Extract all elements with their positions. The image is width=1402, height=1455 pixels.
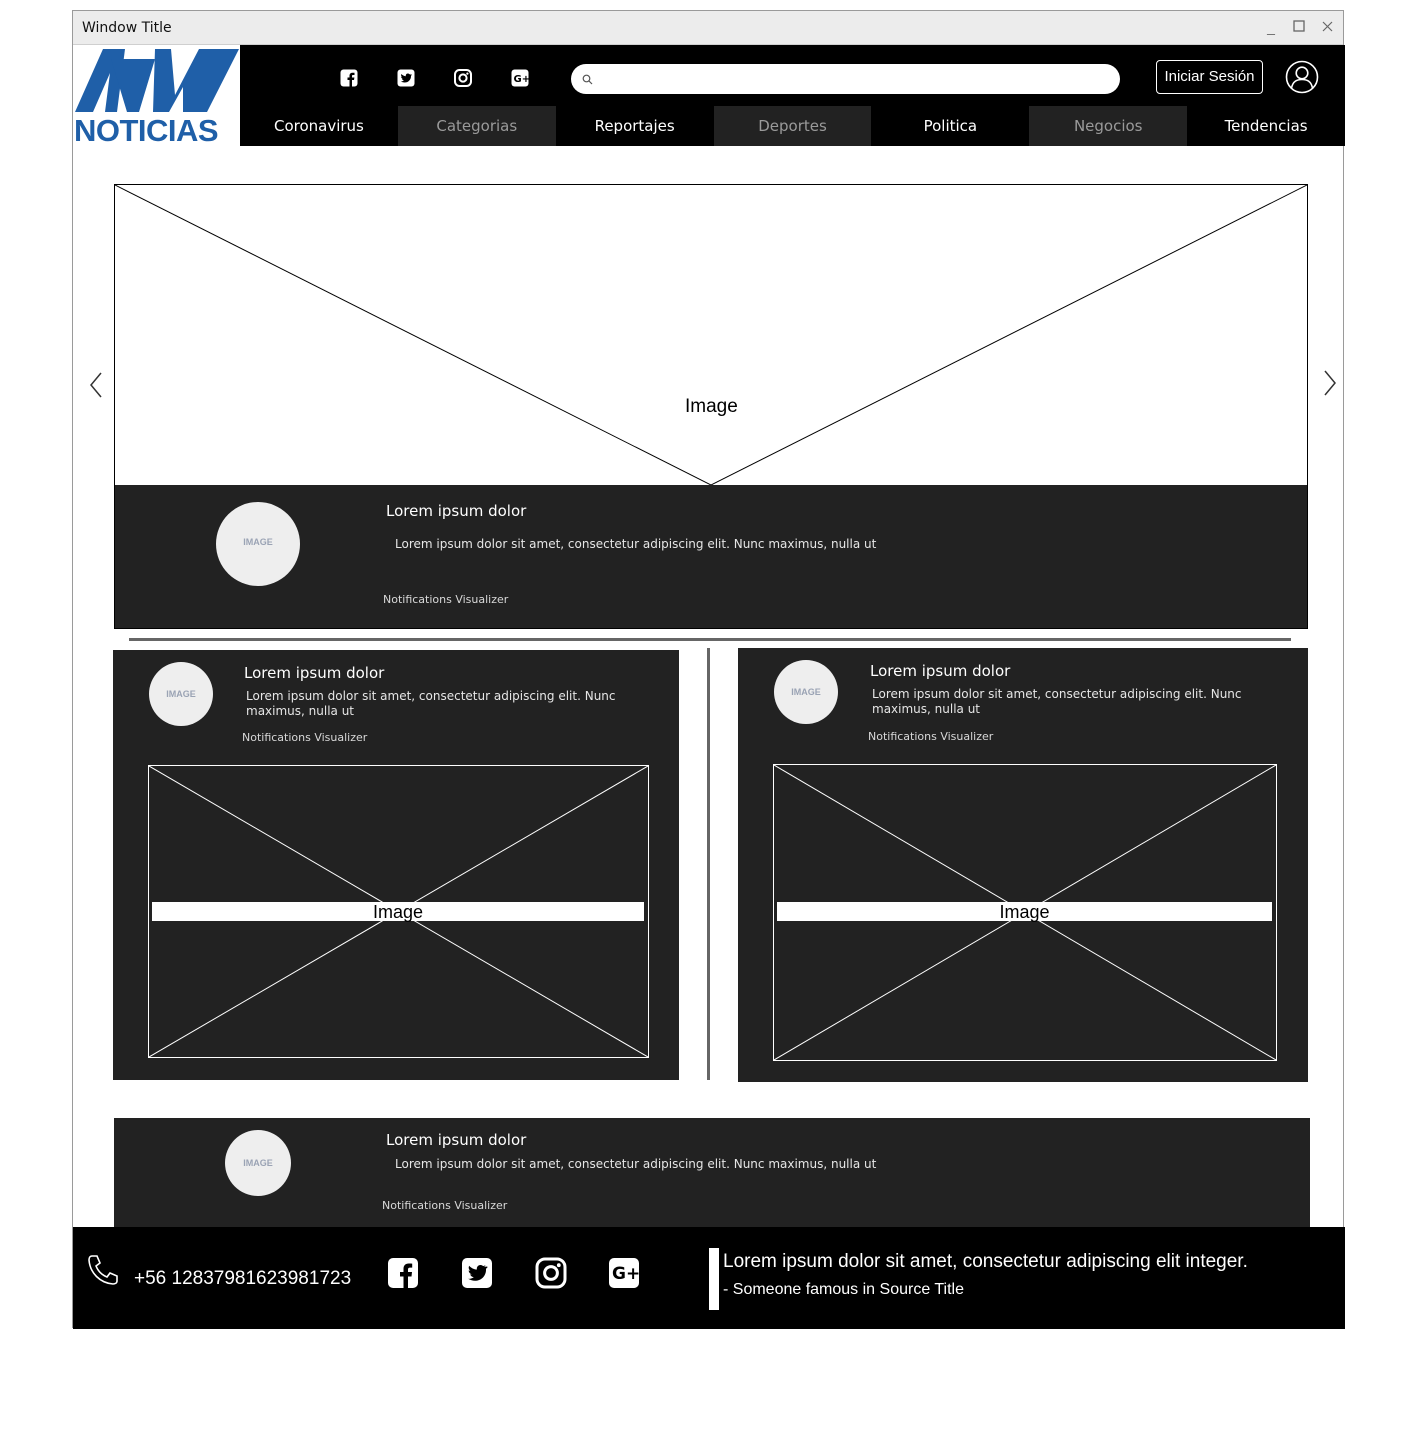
close-icon[interactable] bbox=[1319, 19, 1335, 35]
hero-image-placeholder bbox=[115, 185, 1307, 485]
svg-text:G+: G+ bbox=[612, 1264, 640, 1284]
card-image-placeholder: Image bbox=[773, 764, 1277, 1061]
google-plus-icon[interactable]: G+ bbox=[511, 69, 529, 87]
hero-notifications[interactable]: Notifications Visualizer bbox=[383, 593, 508, 606]
card-body: Lorem ipsum dolor sit amet, consectetur … bbox=[395, 1157, 877, 1171]
window-title: Window Title bbox=[82, 20, 172, 36]
facebook-icon[interactable] bbox=[340, 69, 358, 87]
news-card-1[interactable]: IMAGE Lorem ipsum dolor Lorem ipsum dolo… bbox=[113, 650, 679, 1080]
app-window: Window Title _ NOTICIAS G+ Iniciar Sesió… bbox=[72, 10, 1346, 1329]
nav-item-coronavirus[interactable]: Coronavirus bbox=[240, 106, 398, 146]
card-body: Lorem ipsum dolor sit amet, consectetur … bbox=[872, 687, 1242, 716]
card-notifications[interactable]: Notifications Visualizer bbox=[868, 730, 993, 743]
nav-item-negocios[interactable]: Negocios bbox=[1029, 106, 1188, 146]
title-bar: Window Title _ bbox=[73, 11, 1343, 45]
nav-item-deportes[interactable]: Deportes bbox=[713, 106, 872, 146]
logo-text: NOTICIAS bbox=[74, 113, 219, 148]
instagram-icon[interactable] bbox=[454, 69, 472, 87]
nav-item-reportajes[interactable]: Reportajes bbox=[555, 106, 714, 146]
site-footer: +56 12837981623981723 G+ Lorem ipsum dol… bbox=[73, 1227, 1345, 1329]
news-card-2[interactable]: IMAGE Lorem ipsum dolor Lorem ipsum dolo… bbox=[738, 648, 1308, 1082]
news-card-3[interactable]: IMAGE Lorem ipsum dolor Lorem ipsum dolo… bbox=[114, 1118, 1310, 1227]
card-image-placeholder: Image bbox=[148, 765, 649, 1058]
footer-quote-source: - Someone famous in Source Title bbox=[723, 1281, 965, 1298]
card-title: Lorem ipsum dolor bbox=[386, 1131, 527, 1149]
search-icon bbox=[582, 74, 593, 85]
card-avatar: IMAGE bbox=[225, 1130, 291, 1196]
section-divider bbox=[129, 638, 1291, 641]
minimize-icon[interactable]: _ bbox=[1263, 19, 1279, 35]
carousel-prev-icon[interactable] bbox=[88, 370, 104, 400]
quote-bar bbox=[709, 1248, 719, 1310]
card-image-label: Image bbox=[777, 902, 1272, 922]
svg-text:G+: G+ bbox=[514, 74, 530, 85]
nav-item-categorias[interactable]: Categorias bbox=[397, 106, 556, 146]
card-avatar: IMAGE bbox=[774, 660, 838, 724]
google-plus-icon[interactable]: G+ bbox=[608, 1257, 640, 1289]
twitter-icon[interactable] bbox=[461, 1257, 493, 1289]
hero-image-label: Image bbox=[683, 396, 740, 418]
card-body: Lorem ipsum dolor sit amet, consectetur … bbox=[246, 689, 616, 718]
card-title: Lorem ipsum dolor bbox=[244, 664, 385, 682]
card-notifications[interactable]: Notifications Visualizer bbox=[382, 1199, 507, 1212]
main-nav: Coronavirus Categorias Reportajes Deport… bbox=[240, 106, 1346, 146]
footer-quote: Lorem ipsum dolor sit amet, consectetur … bbox=[723, 1251, 1248, 1272]
login-button[interactable]: Iniciar Sesión bbox=[1156, 60, 1263, 94]
search-input[interactable] bbox=[571, 64, 1120, 94]
hero-title: Lorem ipsum dolor bbox=[386, 502, 527, 520]
instagram-icon[interactable] bbox=[535, 1257, 567, 1289]
maximize-icon[interactable] bbox=[1291, 19, 1307, 35]
site-logo[interactable]: NOTICIAS bbox=[73, 45, 240, 148]
facebook-icon[interactable] bbox=[387, 1257, 419, 1289]
user-avatar-icon[interactable] bbox=[1285, 60, 1319, 94]
phone-icon bbox=[88, 1255, 118, 1285]
card-divider bbox=[707, 648, 710, 1080]
hero-avatar: IMAGE bbox=[216, 502, 300, 586]
nav-item-politica[interactable]: Politica bbox=[871, 106, 1030, 146]
card-image-label: Image bbox=[152, 902, 644, 922]
twitter-icon[interactable] bbox=[397, 69, 415, 87]
hero-carousel[interactable]: Image IMAGE Lorem ipsum dolor Lorem ipsu… bbox=[114, 184, 1308, 629]
card-avatar: IMAGE bbox=[149, 662, 213, 726]
site-header: NOTICIAS G+ Iniciar Sesión Coronavirus C… bbox=[73, 45, 1346, 148]
card-notifications[interactable]: Notifications Visualizer bbox=[242, 731, 367, 744]
nav-item-tendencias[interactable]: Tendencias bbox=[1187, 106, 1346, 146]
card-title: Lorem ipsum dolor bbox=[870, 662, 1011, 680]
carousel-next-icon[interactable] bbox=[1322, 368, 1338, 398]
hero-caption: IMAGE Lorem ipsum dolor Lorem ipsum dolo… bbox=[115, 485, 1307, 628]
footer-phone[interactable]: +56 12837981623981723 bbox=[134, 1268, 351, 1290]
hero-body: Lorem ipsum dolor sit amet, consectetur … bbox=[395, 537, 877, 551]
